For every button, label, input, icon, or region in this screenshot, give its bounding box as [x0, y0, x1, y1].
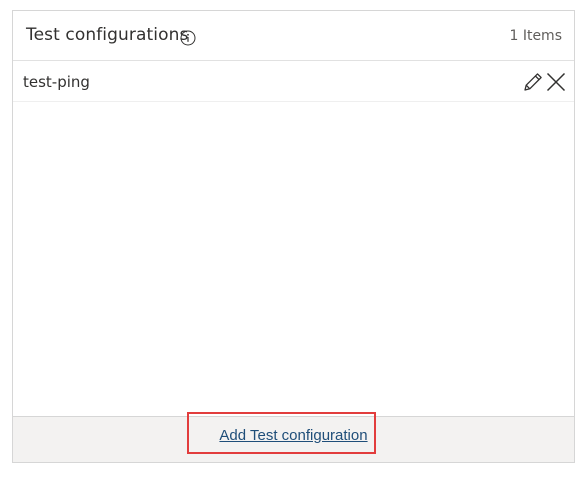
info-icon[interactable]	[180, 30, 196, 46]
panel-header: Test configurations 1 Items	[13, 11, 574, 61]
edit-icon[interactable]	[522, 71, 544, 93]
panel-title: Test configurations	[26, 25, 189, 45]
test-configurations-panel: Test configurations 1 Items test-ping Ad…	[12, 10, 575, 463]
list-item-label: test-ping	[23, 73, 90, 91]
delete-icon[interactable]	[545, 71, 567, 93]
items-count: 1 Items	[509, 28, 562, 44]
highlight-box	[187, 412, 376, 454]
list-item[interactable]: test-ping	[13, 62, 574, 102]
